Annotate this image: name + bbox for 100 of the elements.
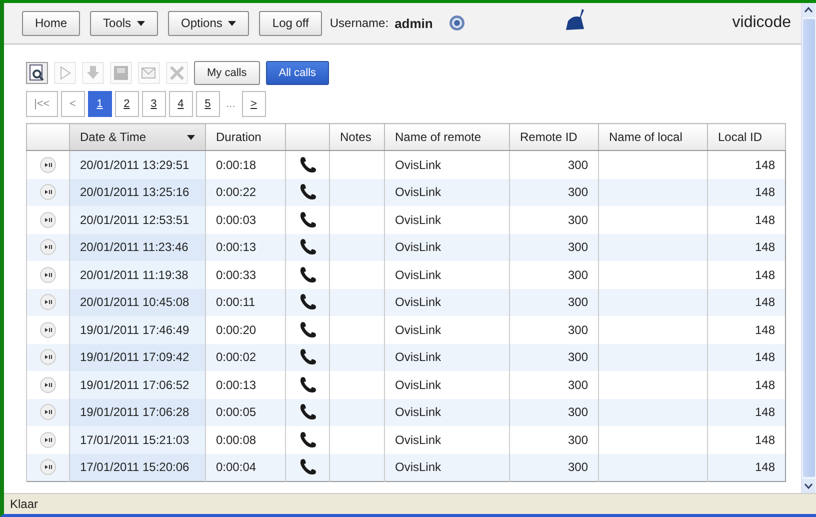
play-pause-icon[interactable] [40,184,56,200]
table-cell: OvisLink [395,268,442,282]
scroll-up-icon[interactable] [802,3,815,17]
table-cell: OvisLink [395,185,442,200]
preview-icon[interactable] [26,62,48,84]
table-cell: 20/01/2011 12:53:51 [80,212,190,227]
page-link[interactable]: 4 [168,91,193,117]
phone-icon [298,348,316,366]
filter-button[interactable]: All calls [266,61,330,85]
page-link[interactable]: 3 [142,91,166,117]
table-cell: 0:00:13 [216,378,256,392]
table-cell: OvisLink [395,322,442,337]
table-cell: 148 [754,240,775,254]
table-cell: 300 [568,322,588,337]
menu-button[interactable]: Tools [90,10,158,36]
play-pause-icon[interactable] [40,239,56,256]
table-cell: 300 [568,158,588,172]
play-pause-icon[interactable] [40,294,56,310]
table-cell: 0:00:08 [216,432,256,447]
table-cell: OvisLink [395,350,442,364]
table-cell: 148 [754,268,775,282]
table-cell: 148 [754,212,775,227]
table-cell: OvisLink [395,158,442,172]
phone-icon [298,430,316,449]
play-pause-icon[interactable] [40,156,56,173]
scroll-down-icon[interactable] [802,479,815,493]
username: admin [394,16,433,30]
play-pause-icon[interactable] [40,212,56,228]
play-pause-icon[interactable] [40,404,56,420]
table-cell: 20/01/2011 13:29:51 [80,158,190,172]
table-cell: 19/01/2011 17:06:52 [80,378,190,392]
help-icon[interactable] [448,15,465,31]
phone-icon [298,238,316,256]
menu-button[interactable]: Log off [259,10,322,36]
table-cell: OvisLink [395,212,442,227]
menu-button[interactable]: Options [168,10,250,36]
page-link[interactable]: < [60,91,85,117]
sort-icon[interactable] [187,135,195,140]
table-cell: OvisLink [395,432,442,447]
play-pause-icon[interactable] [40,266,56,283]
table-cell: 148 [754,405,775,420]
table-cell: 19/01/2011 17:06:28 [80,405,190,420]
play-pause-icon[interactable] [40,432,56,448]
filter-button[interactable]: My calls [194,61,260,85]
table-cell: 19/01/2011 17:09:42 [80,350,190,364]
table-cell: OvisLink [395,405,442,420]
play-pause-icon[interactable] [40,376,56,393]
page-link[interactable]: |<< [26,91,58,117]
table-cell: 0:00:18 [216,158,256,172]
table-cell: 17/01/2011 15:20:06 [80,460,190,474]
table-cell: 148 [754,432,775,447]
table-cell: 300 [568,295,588,310]
table-cell: 300 [568,212,588,227]
table-cell: 20/01/2011 13:25:16 [80,185,190,200]
table-cell: 0:00:04 [216,460,256,474]
play-pause-icon[interactable] [40,349,56,366]
table-cell: 148 [754,295,775,310]
username-label: Username: [330,16,389,30]
page-link[interactable]: 5 [196,91,220,117]
table-cell: 0:00:03 [216,212,256,227]
table-cell: OvisLink [395,295,442,310]
phone-icon [298,210,316,229]
play-pause-icon[interactable] [40,459,56,476]
table-cell: OvisLink [395,378,442,392]
phone-icon [298,293,316,312]
table-cell: 300 [568,405,588,420]
table-cell: 0:00:02 [216,350,256,364]
table-cell: 19/01/2011 17:46:49 [80,322,190,337]
table-cell: 148 [754,350,775,364]
caret-icon [137,20,146,26]
table-cell: 148 [754,158,775,172]
table-cell: OvisLink [395,240,442,254]
logo-icon [564,9,587,31]
phone-icon [298,183,316,202]
caret-icon [228,20,236,26]
phone-icon [298,403,316,422]
table-cell: 300 [568,185,588,200]
table-cell: 300 [568,350,588,364]
page-link[interactable]: > [242,91,266,117]
table-cell: 0:00:11 [216,295,256,310]
phone-icon [298,266,316,284]
table-cell: 20/01/2011 10:45:08 [80,295,190,310]
page-link[interactable]: 2 [114,91,139,117]
table-cell: 300 [568,432,588,447]
table-cell: 148 [754,322,775,337]
scrollbar[interactable] [801,3,816,493]
table-cell: 148 [754,460,775,474]
table-cell: OvisLink [395,460,442,474]
phone-icon [298,458,316,476]
table-cell: 148 [754,185,775,200]
table-cell: 0:00:22 [216,185,256,200]
page-link[interactable]: 1 [88,91,112,117]
play-pause-icon[interactable] [40,322,56,338]
menu-button[interactable]: Home [22,10,80,36]
phone-icon [298,156,316,174]
table-cell: 0:00:33 [216,268,256,282]
phone-icon [298,320,316,339]
table-cell: 0:00:20 [216,322,256,337]
table-cell: 300 [568,378,588,392]
table-cell: 300 [568,240,588,254]
